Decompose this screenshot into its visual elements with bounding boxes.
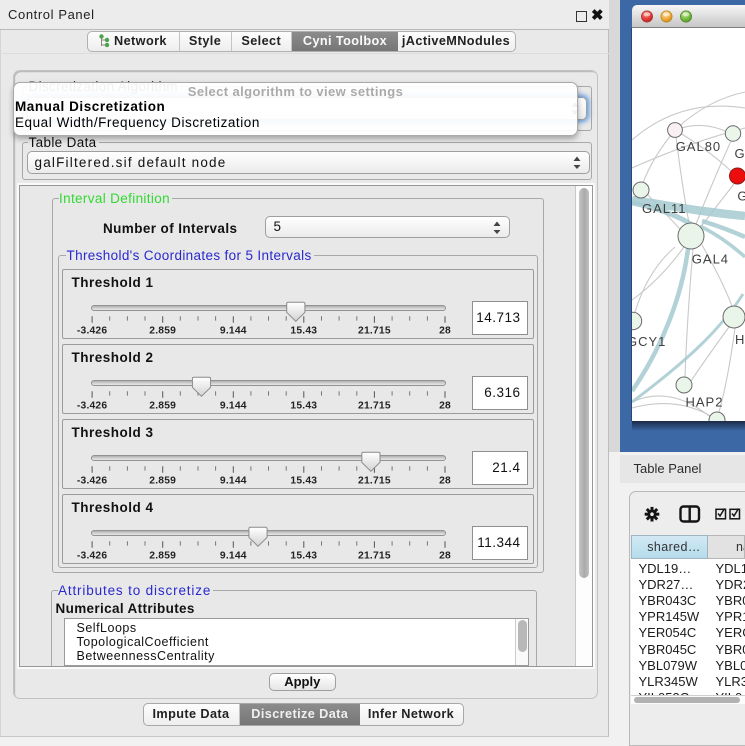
svg-text:28: 28 (439, 550, 451, 561)
svg-text:21.715: 21.715 (358, 400, 391, 411)
svg-text:GAL80: GAL80 (675, 139, 720, 154)
svg-text:H: H (735, 332, 745, 347)
svg-text:9.144: 9.144 (219, 475, 246, 486)
svg-text:28: 28 (439, 400, 451, 411)
svg-text:GA: GA (734, 146, 745, 161)
svg-text:2.859: 2.859 (149, 550, 176, 561)
svg-text:-3.426: -3.426 (76, 475, 106, 486)
svg-text:15.43: 15.43 (290, 550, 317, 561)
svg-text:-3.426: -3.426 (76, 325, 106, 336)
svg-text:15.43: 15.43 (290, 400, 317, 411)
svg-text:HAP2: HAP2 (685, 395, 723, 410)
svg-text:2.859: 2.859 (149, 475, 176, 486)
svg-text:28: 28 (439, 325, 451, 336)
svg-text:2.859: 2.859 (149, 325, 176, 336)
svg-text:21.715: 21.715 (358, 325, 391, 336)
svg-text:15.43: 15.43 (290, 475, 317, 486)
svg-text:21.715: 21.715 (358, 550, 391, 561)
svg-text:GAL4: GAL4 (691, 252, 728, 267)
svg-text:9.144: 9.144 (219, 325, 246, 336)
svg-text:9.144: 9.144 (219, 550, 246, 561)
svg-text:15.43: 15.43 (290, 325, 317, 336)
svg-text:-3.426: -3.426 (76, 550, 106, 561)
svg-text:GCY1: GCY1 (632, 334, 666, 349)
svg-text:-3.426: -3.426 (76, 400, 106, 411)
svg-text:9.144: 9.144 (219, 400, 246, 411)
svg-text:28: 28 (439, 475, 451, 486)
svg-text:G: G (737, 189, 745, 204)
svg-text:2.859: 2.859 (149, 400, 176, 411)
svg-text:21.715: 21.715 (358, 475, 391, 486)
svg-text:GAL11: GAL11 (642, 201, 687, 216)
